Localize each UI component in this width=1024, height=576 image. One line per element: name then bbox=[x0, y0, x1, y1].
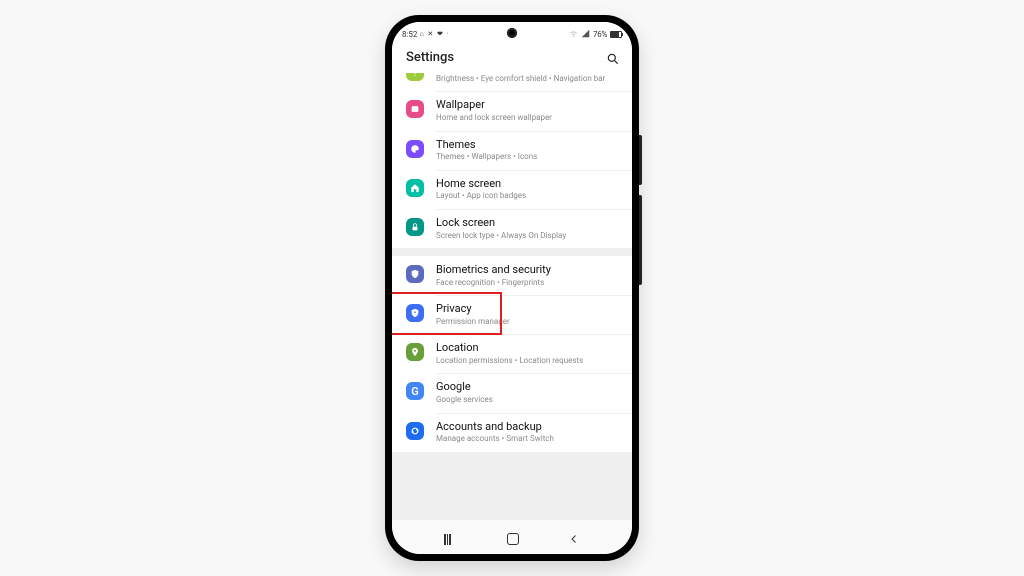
settings-header: Settings bbox=[392, 44, 632, 73]
phone-side-button bbox=[639, 195, 642, 285]
phone-screen: 8:52 ⌂ ✕ ❤ · 76% Settings Brightness • E… bbox=[392, 22, 632, 554]
row-label: Privacy bbox=[436, 302, 618, 316]
wifi-icon bbox=[569, 29, 578, 40]
row-text: PrivacyPermission manager bbox=[436, 302, 618, 327]
settings-list[interactable]: Brightness • Eye comfort shield • Naviga… bbox=[392, 73, 632, 520]
row-subtitle: Permission manager bbox=[436, 317, 618, 327]
biometrics-icon bbox=[406, 265, 424, 283]
settings-row-wallpaper[interactable]: WallpaperHome and lock screen wallpaper bbox=[392, 91, 632, 130]
navigation-bar bbox=[392, 524, 632, 554]
google-icon: G bbox=[406, 382, 424, 400]
row-text: Biometrics and securityFace recognition … bbox=[436, 263, 618, 288]
row-subtitle: Manage accounts • Smart Switch bbox=[436, 434, 618, 444]
wallpaper-icon bbox=[406, 100, 424, 118]
lockscreen-icon bbox=[406, 218, 424, 236]
front-camera-cutout bbox=[507, 28, 517, 38]
row-label: Accounts and backup bbox=[436, 420, 618, 434]
row-label: Google bbox=[436, 380, 618, 394]
row-subtitle: Themes • Wallpapers • Icons bbox=[436, 152, 618, 162]
phone-frame: 8:52 ⌂ ✕ ❤ · 76% Settings Brightness • E… bbox=[385, 15, 639, 561]
phone-side-button bbox=[639, 135, 642, 185]
battery-percent: 76% bbox=[593, 30, 607, 39]
settings-group: Brightness • Eye comfort shield • Naviga… bbox=[392, 73, 632, 248]
accounts-icon bbox=[406, 422, 424, 440]
privacy-icon bbox=[406, 304, 424, 322]
row-label: Wallpaper bbox=[436, 98, 618, 112]
row-label: Lock screen bbox=[436, 216, 618, 230]
row-text: Accounts and backupManage accounts • Sma… bbox=[436, 420, 618, 445]
display-icon bbox=[406, 73, 424, 81]
settings-group: Biometrics and securityFace recognition … bbox=[392, 256, 632, 452]
themes-icon bbox=[406, 140, 424, 158]
row-subtitle: Location permissions • Location requests bbox=[436, 356, 618, 366]
row-label: Themes bbox=[436, 138, 618, 152]
row-text: WallpaperHome and lock screen wallpaper bbox=[436, 98, 618, 123]
battery-icon bbox=[610, 31, 622, 38]
settings-row-homescreen[interactable]: Home screenLayout • App icon badges bbox=[392, 170, 632, 209]
settings-row-privacy[interactable]: PrivacyPermission manager bbox=[392, 295, 632, 334]
settings-row-google[interactable]: G GoogleGoogle services bbox=[392, 373, 632, 412]
settings-row-biometrics[interactable]: Biometrics and securityFace recognition … bbox=[392, 256, 632, 295]
row-label: Biometrics and security bbox=[436, 263, 618, 277]
row-subtitle: Brightness • Eye comfort shield • Naviga… bbox=[436, 74, 618, 84]
row-text: Home screenLayout • App icon badges bbox=[436, 177, 618, 202]
row-subtitle: Layout • App icon badges bbox=[436, 191, 618, 201]
signal-icon bbox=[581, 29, 590, 40]
status-indicators: ⌂ ✕ ❤ · bbox=[419, 30, 449, 38]
nav-recents-button[interactable] bbox=[444, 534, 458, 545]
row-subtitle: Screen lock type • Always On Display bbox=[436, 231, 618, 241]
row-text: Brightness • Eye comfort shield • Naviga… bbox=[436, 73, 618, 84]
location-icon bbox=[406, 343, 424, 361]
page-title: Settings bbox=[406, 50, 454, 65]
row-text: Lock screenScreen lock type • Always On … bbox=[436, 216, 618, 241]
nav-back-button[interactable] bbox=[568, 533, 580, 545]
nav-home-button[interactable] bbox=[507, 533, 519, 545]
row-text: LocationLocation permissions • Location … bbox=[436, 341, 618, 366]
row-label: Home screen bbox=[436, 177, 618, 191]
row-text: ThemesThemes • Wallpapers • Icons bbox=[436, 138, 618, 163]
row-subtitle: Home and lock screen wallpaper bbox=[436, 113, 618, 123]
settings-row-lockscreen[interactable]: Lock screenScreen lock type • Always On … bbox=[392, 209, 632, 248]
row-subtitle: Google services bbox=[436, 395, 618, 405]
settings-row-accounts[interactable]: Accounts and backupManage accounts • Sma… bbox=[392, 413, 632, 452]
settings-row-themes[interactable]: ThemesThemes • Wallpapers • Icons bbox=[392, 131, 632, 170]
homescreen-icon bbox=[406, 179, 424, 197]
search-icon[interactable] bbox=[606, 51, 620, 65]
settings-row-location[interactable]: LocationLocation permissions • Location … bbox=[392, 334, 632, 373]
row-text: GoogleGoogle services bbox=[436, 380, 618, 405]
row-subtitle: Face recognition • Fingerprints bbox=[436, 278, 618, 288]
settings-row-display[interactable]: Brightness • Eye comfort shield • Naviga… bbox=[392, 73, 632, 91]
status-time: 8:52 bbox=[402, 30, 417, 39]
row-label: Location bbox=[436, 341, 618, 355]
